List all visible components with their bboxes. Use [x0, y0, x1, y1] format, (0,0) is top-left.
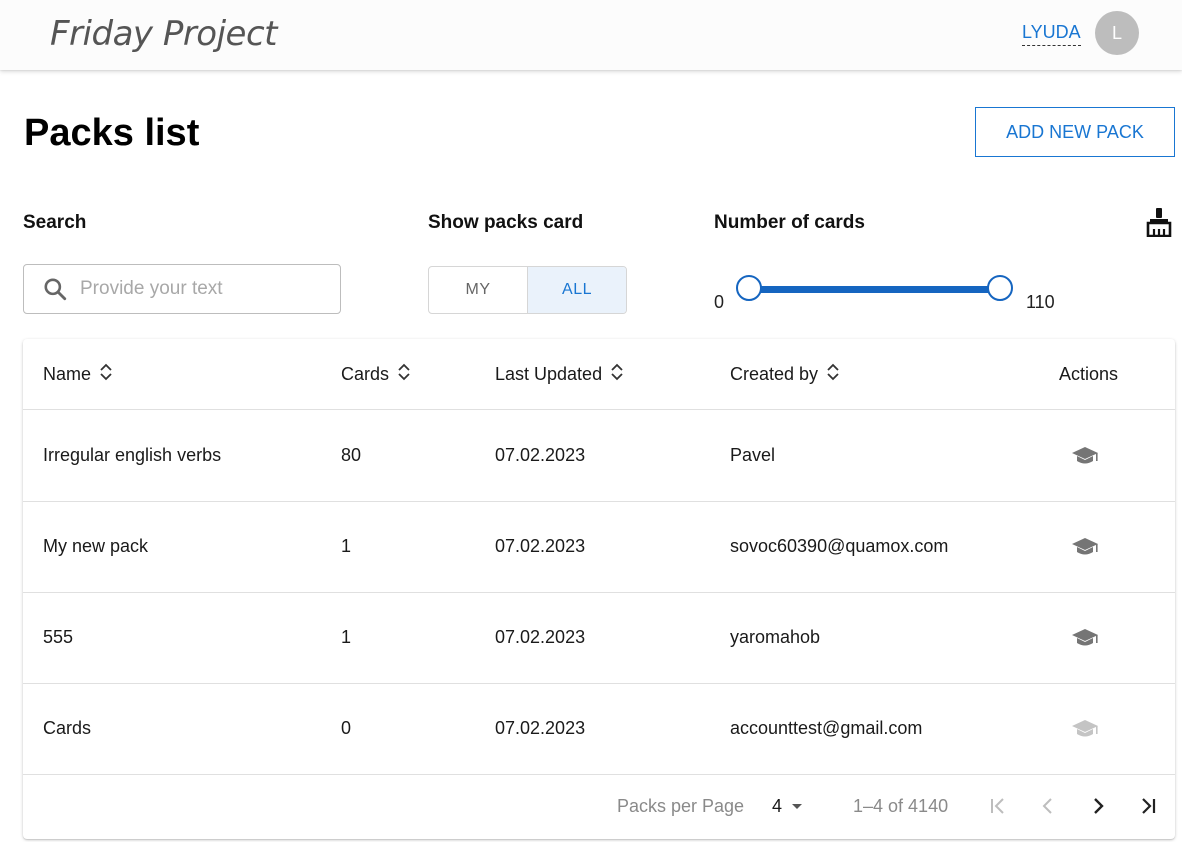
user-name-link[interactable]: LYUDA: [1022, 22, 1081, 46]
pack-name: Irregular english verbs: [43, 445, 222, 465]
column-header-actions: Actions: [1059, 363, 1119, 384]
per-page-value: 4: [772, 795, 783, 816]
table-row[interactable]: My new pack 1 07.02.2023 sovoc60390@quam…: [23, 501, 1175, 593]
sort-icon[interactable]: [610, 363, 624, 381]
range-max-value: 110: [1026, 292, 1055, 312]
pack-cards-count: 80: [341, 445, 362, 465]
learn-cap-icon[interactable]: [1070, 535, 1100, 559]
pack-last-updated: 07.02.2023: [495, 536, 586, 556]
column-header-last-updated[interactable]: Last Updated: [495, 339, 624, 409]
next-page-icon[interactable]: [1086, 794, 1110, 818]
search-input[interactable]: [78, 277, 322, 301]
pack-created-by: sovoc60390@quamox.com: [730, 536, 949, 556]
pack-created-by: Pavel: [730, 445, 776, 465]
caret-down-icon: [792, 804, 803, 809]
column-header-created-by-label: Created by: [730, 363, 819, 384]
packs-table: Name Cards Last Updated Created by Actio…: [23, 339, 1175, 839]
avatar[interactable]: L: [1095, 11, 1139, 55]
table-pagination: Packs per Page 4 1–4 of 4140: [23, 773, 1175, 839]
search-label: Search: [23, 212, 87, 233]
column-header-cards-label: Cards: [341, 363, 390, 384]
pack-created-by: yaromahob: [730, 627, 821, 647]
sort-icon[interactable]: [99, 363, 113, 381]
per-page-select[interactable]: 4: [772, 773, 804, 839]
previous-page-icon[interactable]: [1036, 794, 1060, 818]
range-slider-min-thumb[interactable]: [736, 275, 762, 301]
pack-cards-count: 0: [341, 718, 352, 738]
learn-cap-icon[interactable]: [1070, 444, 1100, 468]
pack-last-updated: 07.02.2023: [495, 627, 586, 647]
search-icon: [44, 278, 67, 301]
first-page-icon[interactable]: [986, 794, 1010, 818]
number-of-cards-label: Number of cards: [714, 212, 865, 233]
toggle-my-button[interactable]: MY: [429, 267, 527, 313]
column-header-name[interactable]: Name: [43, 339, 113, 409]
range-slider-track[interactable]: [750, 286, 1000, 293]
learn-cap-icon[interactable]: [1070, 626, 1100, 650]
sort-icon[interactable]: [397, 363, 411, 381]
per-page-label: Packs per Page: [617, 795, 745, 816]
pack-cards-count: 1: [341, 627, 352, 647]
last-page-icon[interactable]: [1136, 794, 1160, 818]
table-row[interactable]: Irregular english verbs 80 07.02.2023 Pa…: [23, 410, 1175, 502]
column-header-cards[interactable]: Cards: [341, 339, 411, 409]
toggle-all-button[interactable]: ALL: [527, 267, 626, 313]
show-packs-label: Show packs card: [428, 212, 584, 233]
pagination-range: 1–4 of 4140: [853, 795, 949, 816]
pack-name: 555: [43, 627, 74, 647]
learn-cap-icon-disabled: [1072, 719, 1098, 736]
column-header-last-updated-label: Last Updated: [495, 363, 603, 384]
table-row[interactable]: Cards 0 07.02.2023 accounttest@gmail.com: [23, 683, 1175, 775]
app-logo: Friday Project: [50, 14, 278, 54]
pack-name: Cards: [43, 718, 92, 738]
app-header: Friday Project LYUDA L: [0, 0, 1182, 70]
sort-icon[interactable]: [826, 363, 840, 381]
search-field[interactable]: [23, 264, 341, 314]
column-header-created-by[interactable]: Created by: [730, 339, 840, 409]
pack-last-updated: 07.02.2023: [495, 445, 586, 465]
pack-created-by: accounttest@gmail.com: [730, 718, 923, 738]
show-packs-toggle: MY ALL: [428, 266, 627, 314]
range-slider-max-thumb[interactable]: [987, 275, 1013, 301]
range-min-value: 0: [714, 292, 725, 312]
pack-name: My new pack: [43, 536, 149, 556]
table-row[interactable]: 555 1 07.02.2023 yaromahob: [23, 592, 1175, 684]
add-new-pack-button[interactable]: ADD NEW PACK: [975, 107, 1175, 157]
column-header-name-label: Name: [43, 363, 92, 384]
page-title: Packs list: [24, 112, 200, 154]
clear-filters-icon[interactable]: [1146, 207, 1172, 237]
pack-cards-count: 1: [341, 536, 352, 556]
pack-last-updated: 07.02.2023: [495, 718, 586, 738]
table-header-row: Name Cards Last Updated Created by Actio…: [23, 339, 1175, 410]
